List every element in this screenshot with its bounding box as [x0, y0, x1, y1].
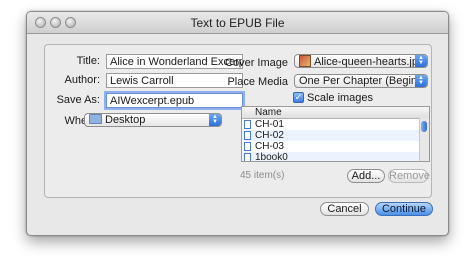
item-count: 45 item(s) — [240, 170, 285, 181]
title-bar[interactable]: Text to EPUB File — [27, 12, 448, 34]
document-icon — [244, 131, 251, 140]
cancel-button[interactable]: Cancel — [320, 202, 369, 216]
title-label: Title: — [76, 55, 100, 67]
row-label: CH-03 — [255, 141, 284, 152]
popup-arrows-icon: ▲ ▼ — [209, 114, 221, 126]
save-as-field[interactable]: AIWexcerpt.epub — [106, 93, 243, 108]
continue-button[interactable]: Continue — [375, 202, 433, 216]
table-header[interactable]: Name — [242, 107, 429, 119]
scrollbar-thumb[interactable] — [421, 121, 427, 132]
row-label: CH-02 — [255, 130, 284, 141]
author-label: Author: — [64, 74, 100, 86]
remove-button[interactable]: Remove — [388, 169, 430, 183]
table-row[interactable]: CH-02 — [242, 130, 420, 141]
scale-images-checkbox[interactable]: ✓ — [293, 92, 304, 103]
cover-image-value: Alice-queen-hearts.jpg — [314, 56, 425, 68]
table-row[interactable]: 1book0 — [242, 152, 420, 162]
where-value: Desktop — [105, 114, 146, 126]
row-label: 1book0 — [255, 152, 288, 162]
place-media-popup[interactable]: One Per Chapter (Beginning) ▲ ▼ — [294, 74, 428, 88]
document-icon — [244, 120, 251, 129]
add-button[interactable]: Add... — [347, 169, 385, 183]
cover-image-label: Cover Image — [225, 57, 288, 69]
media-table[interactable]: Name CH-01 CH-02 CH-03 1book0 — [241, 106, 430, 162]
popup-arrows-icon: ▲ ▼ — [415, 55, 427, 67]
name-column-header[interactable]: Name — [255, 107, 282, 118]
where-popup[interactable]: Desktop ▲ ▼ — [84, 113, 222, 127]
place-media-label: Place Media — [227, 76, 288, 88]
document-icon — [244, 153, 251, 161]
table-row[interactable]: CH-01 — [242, 119, 420, 130]
dialog-window: Text to EPUB File Title: Alice in Wonder… — [26, 11, 449, 236]
table-row[interactable]: CH-03 — [242, 141, 420, 152]
cover-image-popup[interactable]: Alice-queen-hearts.jpg ▲ ▼ — [294, 54, 428, 68]
popup-arrows-icon: ▲ ▼ — [415, 75, 427, 87]
image-thumbnail-icon — [299, 55, 311, 67]
row-label: CH-01 — [255, 119, 284, 130]
window-title: Text to EPUB File — [190, 16, 285, 30]
table-scrollbar[interactable] — [419, 118, 429, 161]
scale-images-label[interactable]: Scale images — [307, 92, 373, 104]
folder-icon — [89, 114, 102, 124]
place-media-value: One Per Chapter (Beginning) — [299, 75, 428, 87]
document-icon — [244, 142, 251, 151]
save-as-label: Save As: — [56, 94, 100, 106]
